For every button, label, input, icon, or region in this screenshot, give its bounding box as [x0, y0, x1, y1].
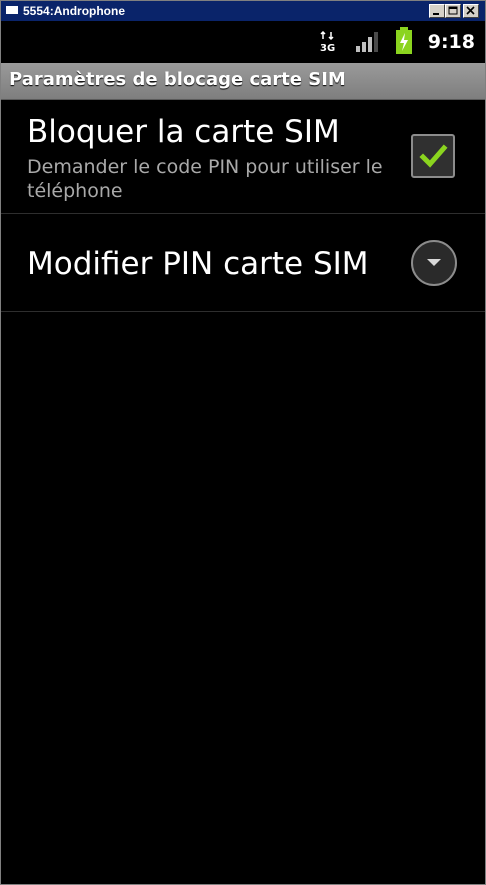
- app-window-icon: [5, 5, 19, 15]
- window-title: 5554:Androphone: [23, 4, 126, 18]
- checkmark-icon: [419, 144, 448, 168]
- battery-charging-icon: [396, 27, 412, 54]
- status-bar: 3G 9:18: [1, 21, 485, 63]
- pref-title-change-pin: Modifier PIN carte SIM: [27, 246, 369, 282]
- pref-item-lock-sim[interactable]: Bloquer la carte SIM Demander le code PI…: [1, 99, 485, 214]
- pref-item-change-pin[interactable]: Modifier PIN carte SIM: [1, 214, 485, 312]
- minimize-button[interactable]: [429, 4, 445, 18]
- svg-text:3G: 3G: [320, 43, 335, 53]
- title-bar: Paramètres de blocage carte SIM: [1, 63, 485, 100]
- signal-strength-icon: [356, 32, 378, 52]
- lock-sim-checkbox[interactable]: [411, 134, 455, 178]
- 3g-data-icon: 3G: [320, 31, 335, 53]
- status-clock: 9:18: [427, 31, 475, 53]
- pref-summary-lock-sim: Demander le code PIN pour utiliser le té…: [27, 156, 383, 202]
- change-pin-dropdown[interactable]: [411, 240, 457, 286]
- window-titlebar[interactable]: 5554:Androphone: [1, 1, 485, 21]
- maximize-button[interactable]: [445, 4, 461, 18]
- page-title: Paramètres de blocage carte SIM: [9, 69, 346, 90]
- android-screen: 3G 9:18 Paramètres de blocage carte SIM …: [1, 21, 485, 884]
- pref-title-lock-sim: Bloquer la carte SIM: [27, 114, 340, 150]
- chevron-down-icon: [427, 259, 441, 266]
- emulator-window: 5554:Androphone 3G 9:18 Paramètres de bl…: [0, 0, 486, 885]
- close-button[interactable]: [463, 4, 479, 18]
